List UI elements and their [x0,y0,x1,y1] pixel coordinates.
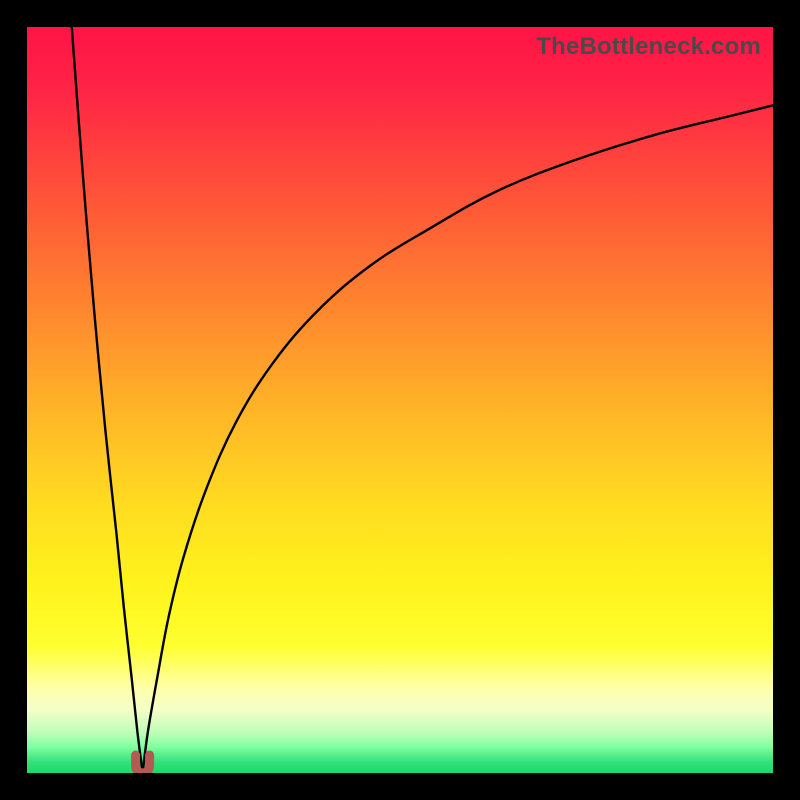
background-gradient [27,27,773,773]
watermark-label: TheBottleneck.com [536,33,761,61]
chart-frame: TheBottleneck.com [0,0,800,800]
plot-area: TheBottleneck.com [27,27,773,773]
